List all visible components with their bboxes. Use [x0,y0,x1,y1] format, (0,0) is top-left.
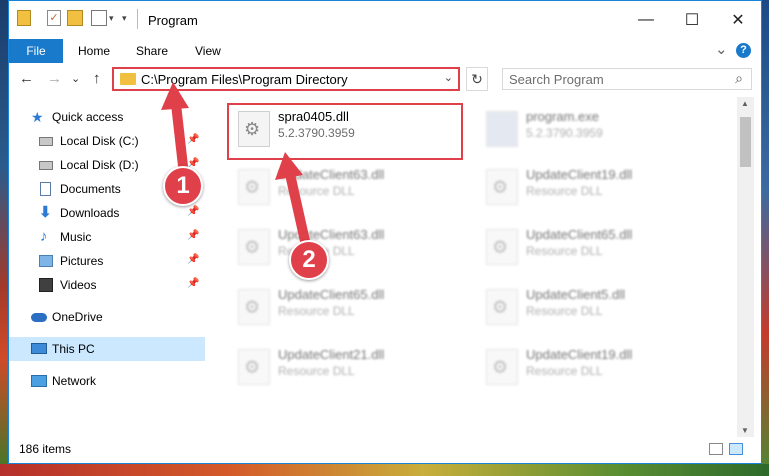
arrow-1-shaft [171,99,189,180]
annotation-arrows [161,82,312,255]
arrow-2-head [275,152,303,180]
step-2-badge: 2 [289,240,329,280]
step-1-badge: 1 [163,166,203,206]
arrow-1-head [161,82,189,110]
arrow-2-shaft [285,169,312,255]
